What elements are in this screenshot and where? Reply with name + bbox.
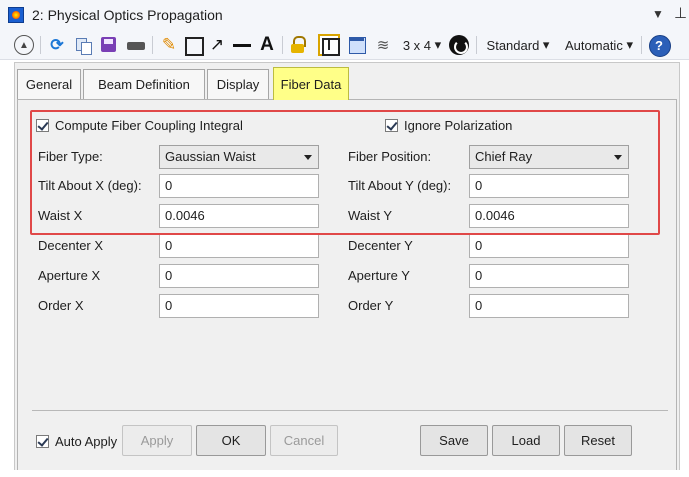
pencil-icon[interactable]: ✎ [160, 35, 178, 55]
chevron-down-icon [304, 155, 312, 160]
tilt-y-label: Tilt About Y (deg): [348, 178, 452, 193]
ignore-polarization-label: Ignore Polarization [404, 117, 513, 133]
standard-dropdown[interactable]: Standard ▾ [484, 35, 552, 55]
settings-dialog: General Beam Definition Display Fiber Da… [14, 62, 680, 477]
underlying-window-strip [0, 470, 689, 477]
fiber-position-select[interactable]: Chief Ray [469, 145, 629, 169]
apply-button[interactable]: Apply [122, 425, 192, 456]
tab-fiber-data[interactable]: Fiber Data [273, 67, 349, 100]
compute-coupling-check[interactable] [36, 118, 49, 132]
fiber-data-panel: Compute Fiber Coupling Integral Ignore P… [17, 99, 677, 475]
order-x-input[interactable]: 0 [159, 294, 319, 318]
rectangle-icon[interactable] [184, 35, 204, 56]
compute-coupling-checkbox[interactable]: Compute Fiber Coupling Integral [36, 116, 243, 134]
aperture-y-label: Aperture Y [348, 268, 410, 283]
print-icon[interactable] [126, 35, 146, 55]
lock-icon[interactable] [290, 35, 306, 55]
toolbar-separator [152, 36, 153, 54]
toolbar-separator [641, 36, 642, 54]
toolbar-separator [476, 36, 477, 54]
save-icon[interactable] [100, 35, 118, 55]
ignore-polarization-checkbox[interactable]: Ignore Polarization [385, 116, 512, 134]
decenter-y-input[interactable]: 0 [469, 234, 629, 258]
power-icon[interactable] [449, 35, 469, 55]
chevron-down-icon [614, 155, 622, 160]
text-icon[interactable]: A [258, 34, 276, 55]
decenter-y-label: Decenter Y [348, 238, 413, 253]
window-menu-dropdown-icon[interactable]: ▼ [652, 7, 664, 21]
order-x-label: Order X [38, 298, 84, 313]
automatic-dropdown[interactable]: Automatic ▾ [562, 35, 636, 55]
tilt-y-input[interactable]: 0 [469, 174, 629, 198]
load-button[interactable]: Load [492, 425, 560, 456]
aperture-y-input[interactable]: 0 [469, 264, 629, 288]
title-bar: 2: Physical Optics Propagation ▼ ⊥ [0, 0, 689, 30]
tab-beam-definition[interactable]: Beam Definition [83, 69, 205, 99]
fit-view-icon[interactable] [318, 34, 340, 56]
collapse-up-icon[interactable]: ▲ [14, 35, 34, 55]
auto-apply-checkbox[interactable]: Auto Apply [36, 432, 117, 450]
toolbar: ▲ ⟳ ✎ ↗ A ≋ 3 x 4 ▾ Standard ▾ Automatic… [0, 30, 689, 60]
order-y-input[interactable]: 0 [469, 294, 629, 318]
help-icon[interactable]: ? [649, 35, 671, 57]
ignore-polarization-check[interactable] [385, 118, 398, 132]
reset-button[interactable]: Reset [564, 425, 632, 456]
layers-icon[interactable]: ≋ [374, 35, 392, 55]
auto-apply-check[interactable] [36, 434, 49, 448]
grid-layout-dropdown[interactable]: 3 x 4 ▾ [401, 35, 443, 55]
ok-button[interactable]: OK [196, 425, 266, 456]
footer-divider [32, 410, 668, 411]
aperture-x-input[interactable]: 0 [159, 264, 319, 288]
waist-y-label: Waist Y [348, 208, 393, 223]
arrow-icon[interactable]: ↗ [207, 35, 227, 55]
refresh-icon[interactable]: ⟳ [48, 35, 66, 55]
cancel-button[interactable]: Cancel [270, 425, 338, 456]
decenter-x-label: Decenter X [38, 238, 104, 253]
fiber-type-select[interactable]: Gaussian Waist [159, 145, 319, 169]
toolbar-separator [40, 36, 41, 54]
toolbar-separator [282, 36, 283, 54]
copy-icon[interactable] [74, 35, 92, 55]
app-icon [8, 7, 24, 23]
waist-x-input[interactable]: 0.0046 [159, 204, 319, 228]
fiber-type-label: Fiber Type: [38, 149, 103, 164]
save-button[interactable]: Save [420, 425, 488, 456]
order-y-label: Order Y [348, 298, 394, 313]
waist-y-input[interactable]: 0.0046 [469, 204, 629, 228]
window-icon[interactable] [348, 35, 366, 55]
waist-x-label: Waist X [38, 208, 83, 223]
aperture-x-label: Aperture X [38, 268, 101, 283]
pin-icon[interactable]: ⊥ [674, 4, 687, 22]
window-title: 2: Physical Optics Propagation [32, 7, 223, 23]
tilt-x-label: Tilt About X (deg): [38, 178, 142, 193]
line-icon[interactable] [232, 35, 252, 55]
tilt-x-input[interactable]: 0 [159, 174, 319, 198]
tab-general[interactable]: General [17, 69, 81, 99]
fiber-position-label: Fiber Position: [348, 149, 432, 164]
compute-coupling-label: Compute Fiber Coupling Integral [55, 117, 243, 133]
decenter-x-input[interactable]: 0 [159, 234, 319, 258]
tab-display[interactable]: Display [207, 69, 269, 99]
auto-apply-label: Auto Apply [55, 433, 118, 449]
